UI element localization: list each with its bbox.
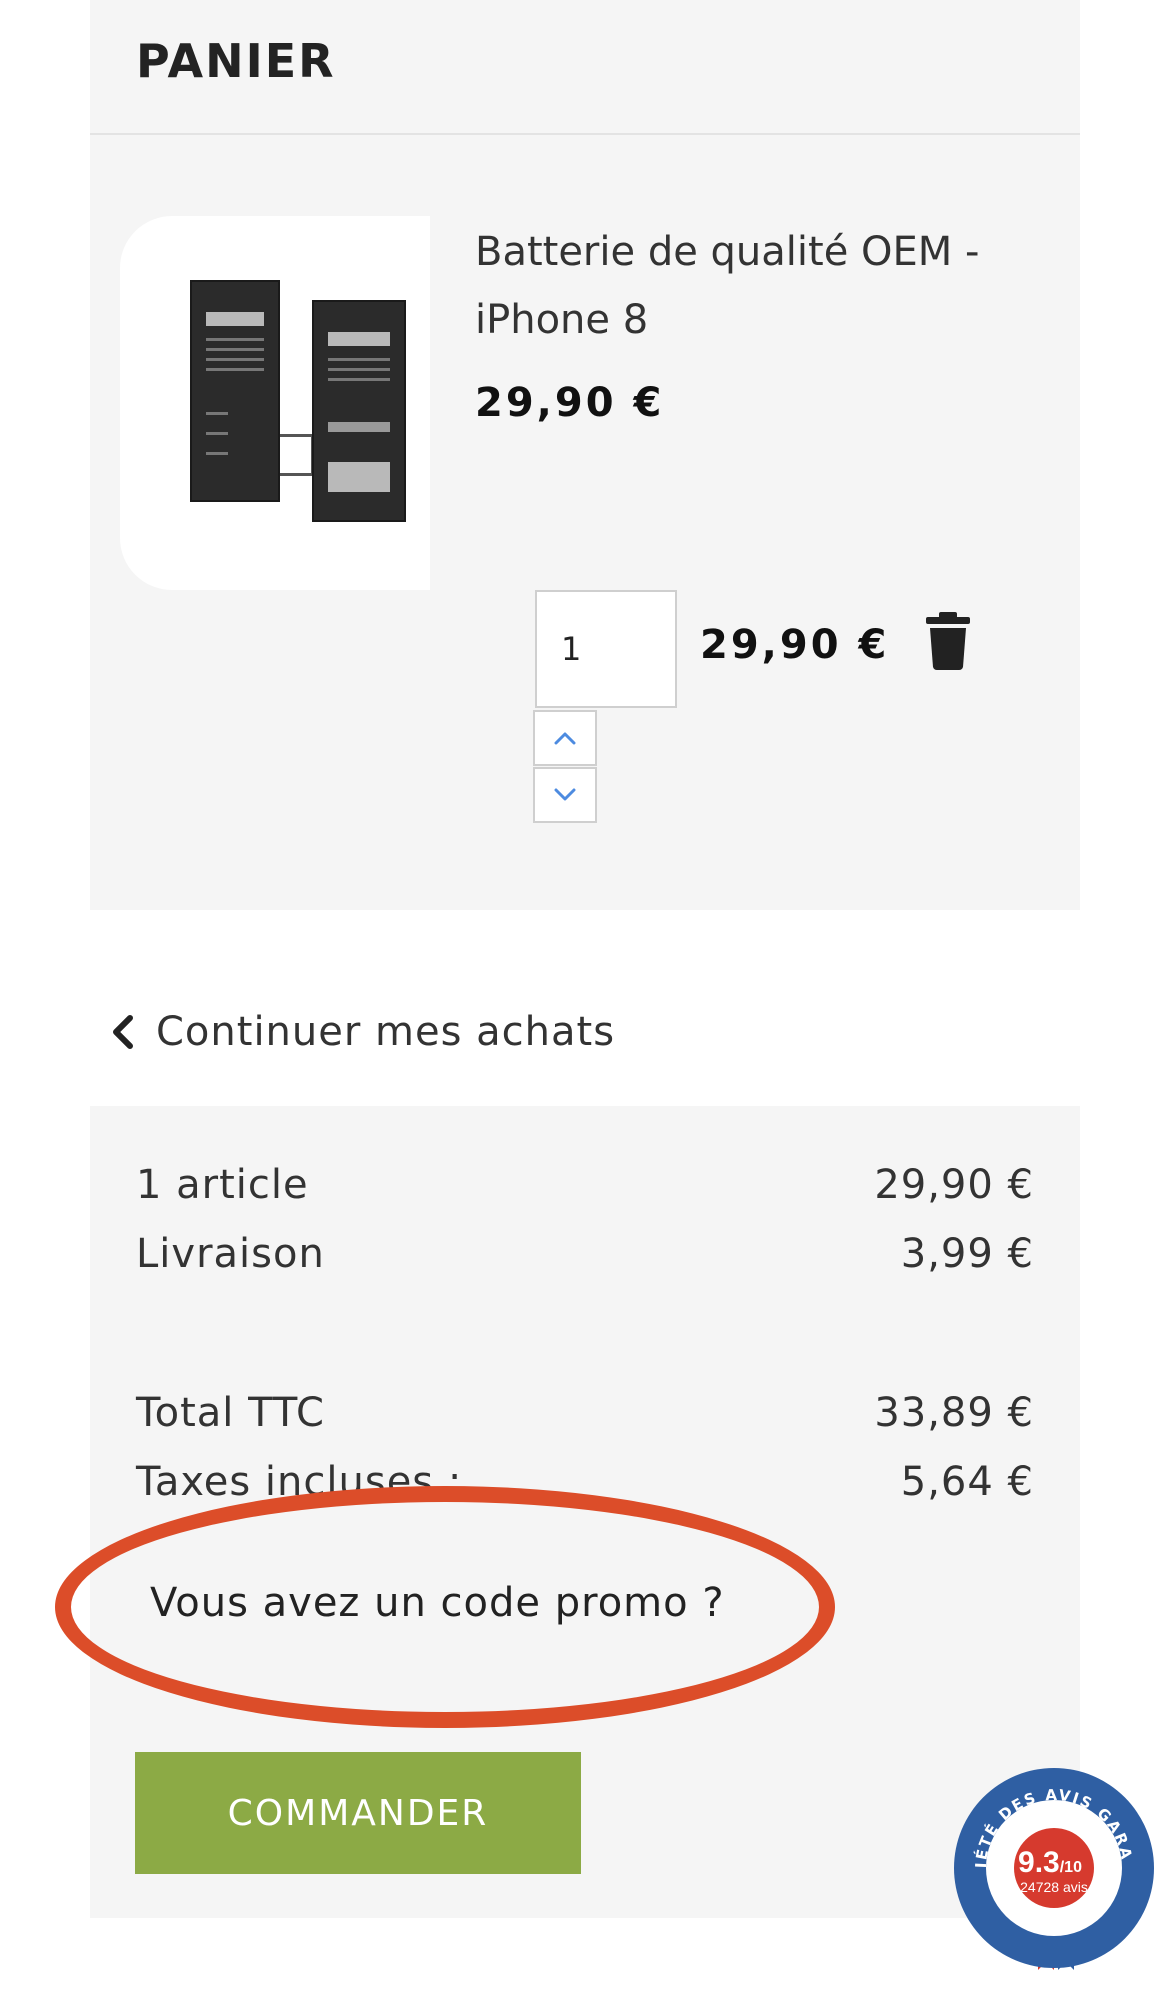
battery-cell-back: [312, 300, 406, 522]
shipping-label: Livraison: [136, 1231, 325, 1277]
items-value: 29,90 €: [874, 1162, 1034, 1208]
items-label: 1 article: [136, 1162, 309, 1208]
badge-review-count: 24728 avis: [1020, 1879, 1088, 1895]
reviews-badge[interactable]: SOCIÉTÉ DES AVIS GARANTIS 9.3/10 24728 a…: [950, 1764, 1158, 1972]
quantity-increase-button[interactable]: [533, 710, 597, 766]
summary-row-total: Total TTC 33,89 €: [136, 1390, 1034, 1436]
summary-row-taxes: Taxes incluses : 5,64 €: [136, 1459, 1034, 1505]
order-button[interactable]: COMMANDER: [135, 1752, 581, 1874]
line-total-price: 29,90 €: [700, 622, 890, 668]
product-name[interactable]: Batterie de qualité OEM - iPhone 8: [475, 218, 1035, 354]
continue-shopping-label: Continuer mes achats: [156, 1009, 616, 1055]
cart-card: PANIER Batterie de qualité OEM - iPhone …: [90, 0, 1080, 910]
total-value: 33,89 €: [874, 1390, 1034, 1436]
product-image[interactable]: [120, 216, 430, 590]
summary-row-shipping: Livraison 3,99 €: [136, 1231, 1034, 1277]
summary-row-items: 1 article 29,90 €: [136, 1162, 1034, 1208]
chevron-up-icon: [554, 732, 576, 745]
cart-title: PANIER: [136, 34, 336, 88]
quantity-input[interactable]: [535, 590, 677, 708]
divider: [90, 133, 1080, 135]
shipping-value: 3,99 €: [900, 1231, 1034, 1277]
taxes-value: 5,64 €: [900, 1459, 1034, 1505]
taxes-label: Taxes incluses :: [136, 1459, 463, 1505]
continue-shopping-link[interactable]: Continuer mes achats: [110, 1004, 615, 1060]
total-label: Total TTC: [136, 1390, 325, 1436]
quantity-decrease-button[interactable]: [533, 767, 597, 823]
battery-cell-front: [190, 280, 280, 502]
chevron-down-icon: [554, 788, 576, 801]
battery-connector: [280, 434, 314, 476]
chevron-left-icon: [113, 1015, 133, 1049]
promo-code-link[interactable]: Vous avez un code promo ?: [150, 1580, 725, 1626]
product-unit-price: 29,90 €: [475, 380, 665, 426]
trash-icon[interactable]: [924, 612, 972, 670]
